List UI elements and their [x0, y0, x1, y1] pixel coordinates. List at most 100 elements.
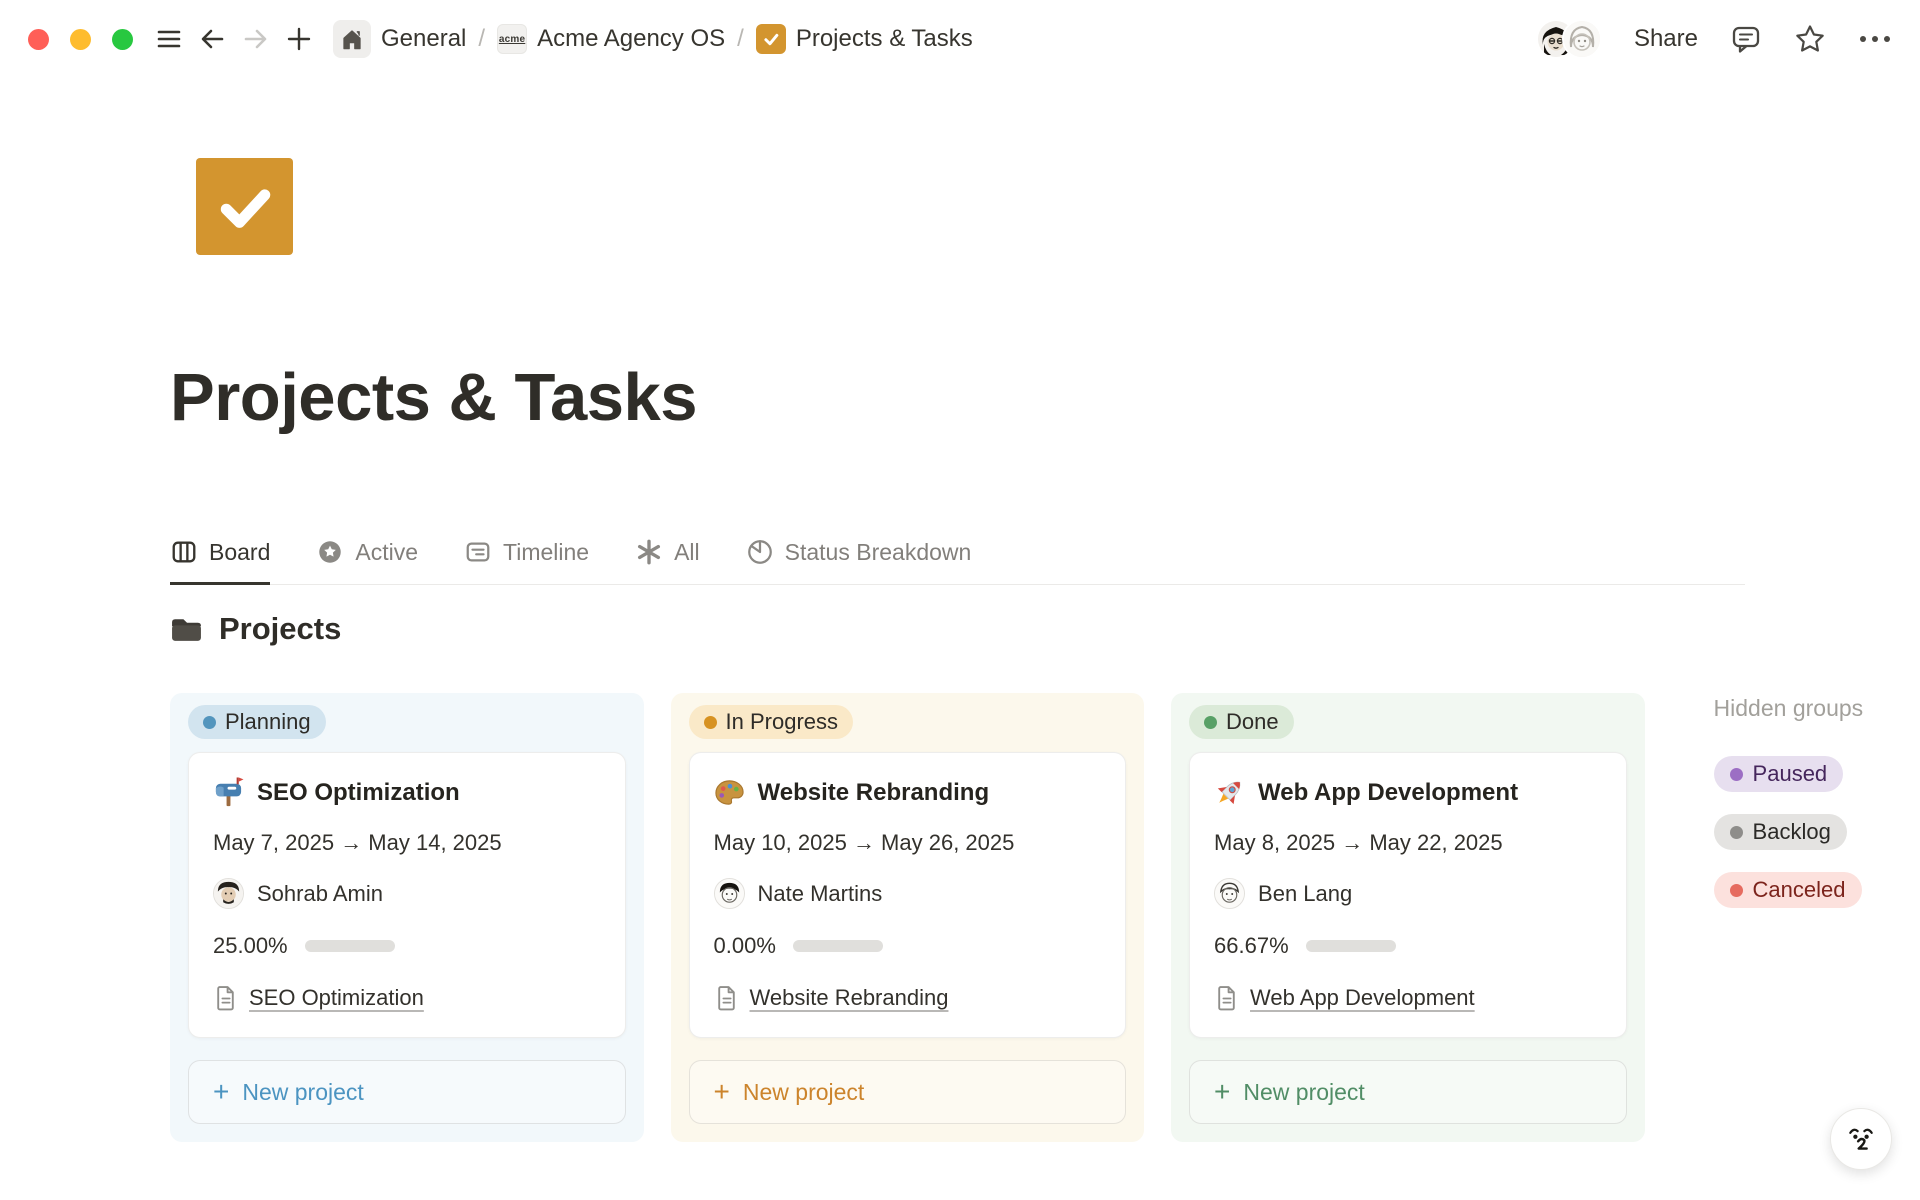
progress-label: 66.67%: [1214, 933, 1289, 959]
share-button[interactable]: Share: [1634, 25, 1698, 53]
page-title[interactable]: Projects & Tasks: [170, 359, 1920, 436]
status-pill[interactable]: Planning: [188, 705, 326, 739]
board-column-in-progress: In Progress Website Rebranding May 10, 2…: [671, 693, 1145, 1142]
hidden-groups-panel: Hidden groups Paused Backlog Canceled: [1714, 693, 1920, 908]
project-card[interactable]: SEO Optimization May 7, 2025 → May 14, 2…: [188, 752, 626, 1038]
card-title: Website Rebranding: [758, 779, 990, 807]
plus-icon: +: [714, 1078, 730, 1106]
new-project-button[interactable]: + New project: [689, 1060, 1127, 1124]
notion-ai-face-icon: [1843, 1121, 1879, 1157]
plus-icon: +: [213, 1078, 229, 1106]
assignee-name: Ben Lang: [1258, 881, 1352, 907]
card-date-range: May 8, 2025 → May 22, 2025: [1214, 830, 1602, 856]
document-icon: [213, 986, 238, 1011]
plus-icon: +: [1214, 1078, 1230, 1106]
breadcrumb-separator: /: [478, 25, 485, 53]
forward-arrow-icon[interactable]: [241, 24, 271, 54]
breadcrumb-item-current-page[interactable]: Projects & Tasks: [756, 24, 973, 54]
zoom-window-button[interactable]: [112, 29, 133, 50]
assignee-name: Sohrab Amin: [257, 881, 383, 907]
page-icon[interactable]: [196, 158, 293, 255]
tab-board[interactable]: Board: [170, 538, 270, 585]
minimize-window-button[interactable]: [70, 29, 91, 50]
breadcrumb-label: Acme Agency OS: [537, 25, 725, 53]
close-window-button[interactable]: [28, 29, 49, 50]
avatar: [213, 878, 244, 909]
card-date-range: May 10, 2025 → May 26, 2025: [714, 830, 1102, 856]
status-dot-icon: [704, 716, 717, 729]
breadcrumb-label: General: [381, 25, 466, 53]
tab-status-breakdown[interactable]: Status Breakdown: [746, 538, 972, 585]
topbar-actions: Share: [1536, 19, 1892, 59]
kanban-board: Planning SEO Optimization May 7, 2025 → …: [170, 693, 1920, 1142]
document-icon: [1214, 986, 1239, 1011]
orange-checkbox-icon: [756, 24, 786, 54]
card-title: Web App Development: [1258, 779, 1518, 807]
board-column-planning: Planning SEO Optimization May 7, 2025 → …: [170, 693, 644, 1142]
status-dot-icon: [1730, 826, 1743, 839]
card-title: SEO Optimization: [257, 779, 460, 807]
more-ellipsis-icon[interactable]: [1858, 34, 1892, 44]
breadcrumb: General / acme Acme Agency OS / Projects…: [333, 20, 973, 58]
progress-bar: [1306, 940, 1396, 952]
card-assignee: Nate Martins: [714, 878, 1102, 909]
card-progress: 0.00%: [714, 933, 1102, 959]
hamburger-icon[interactable]: [155, 25, 183, 53]
notion-ai-button[interactable]: [1830, 1108, 1892, 1170]
comment-icon[interactable]: [1730, 23, 1762, 55]
progress-bar: [305, 940, 395, 952]
status-dot-icon: [203, 716, 216, 729]
progress-bar: [793, 940, 883, 952]
card-assignee: Sohrab Amin: [213, 878, 601, 909]
status-pill[interactable]: In Progress: [689, 705, 854, 739]
breadcrumb-label: Projects & Tasks: [796, 25, 973, 53]
new-project-button[interactable]: + New project: [188, 1060, 626, 1124]
board-column-done: Done Web App Development May 8, 2025 → M…: [1171, 693, 1645, 1142]
palette-emoji-icon: [714, 777, 745, 808]
tab-all[interactable]: All: [635, 538, 700, 585]
card-progress: 25.00%: [213, 933, 601, 959]
assignee-name: Nate Martins: [758, 881, 883, 907]
section-title[interactable]: Projects: [219, 611, 341, 647]
hidden-groups-title: Hidden groups: [1714, 695, 1920, 722]
hidden-group-pill-canceled[interactable]: Canceled: [1714, 872, 1862, 908]
mailbox-emoji-icon: [213, 777, 244, 808]
avatar: [1214, 878, 1245, 909]
progress-label: 0.00%: [714, 933, 776, 959]
card-date-range: May 7, 2025 → May 14, 2025: [213, 830, 601, 856]
favorite-star-icon[interactable]: [1794, 23, 1826, 55]
back-arrow-icon[interactable]: [197, 24, 227, 54]
document-icon: [714, 986, 739, 1011]
tab-timeline[interactable]: Timeline: [464, 538, 589, 585]
home-icon: [333, 20, 371, 58]
page-body: Projects & Tasks Board Active Timeline A…: [0, 158, 1920, 1142]
project-card[interactable]: Website Rebranding May 10, 2025 → May 26…: [689, 752, 1127, 1038]
project-card[interactable]: Web App Development May 8, 2025 → May 22…: [1189, 752, 1627, 1038]
status-pill[interactable]: Done: [1189, 705, 1294, 739]
hidden-groups-list: Paused Backlog Canceled: [1714, 756, 1920, 908]
acme-logo-icon: acme: [497, 24, 527, 54]
status-dot-icon: [1204, 716, 1217, 729]
hidden-group-pill-paused[interactable]: Paused: [1714, 756, 1844, 792]
page-link-label[interactable]: Web App Development: [1250, 985, 1475, 1011]
collaborator-avatars[interactable]: [1536, 19, 1602, 59]
card-page-link: Web App Development: [1214, 985, 1602, 1011]
breadcrumb-item-general[interactable]: General: [333, 20, 466, 58]
dark-folder-emoji-icon: [170, 613, 203, 646]
card-assignee: Ben Lang: [1214, 878, 1602, 909]
card-page-link: SEO Optimization: [213, 985, 601, 1011]
page-link-label[interactable]: SEO Optimization: [249, 985, 424, 1011]
avatar: [714, 878, 745, 909]
hidden-group-pill-backlog[interactable]: Backlog: [1714, 814, 1847, 850]
page-link-label[interactable]: Website Rebranding: [750, 985, 949, 1011]
card-progress: 66.67%: [1214, 933, 1602, 959]
breadcrumb-separator: /: [737, 25, 744, 53]
status-dot-icon: [1730, 768, 1743, 781]
new-project-button[interactable]: + New project: [1189, 1060, 1627, 1124]
breadcrumb-item-workspace[interactable]: acme Acme Agency OS: [497, 24, 725, 54]
progress-label: 25.00%: [213, 933, 288, 959]
window-controls: [28, 29, 133, 50]
topbar: General / acme Acme Agency OS / Projects…: [0, 0, 1920, 78]
new-tab-plus-icon[interactable]: [285, 25, 313, 53]
tab-active[interactable]: Active: [316, 538, 418, 585]
